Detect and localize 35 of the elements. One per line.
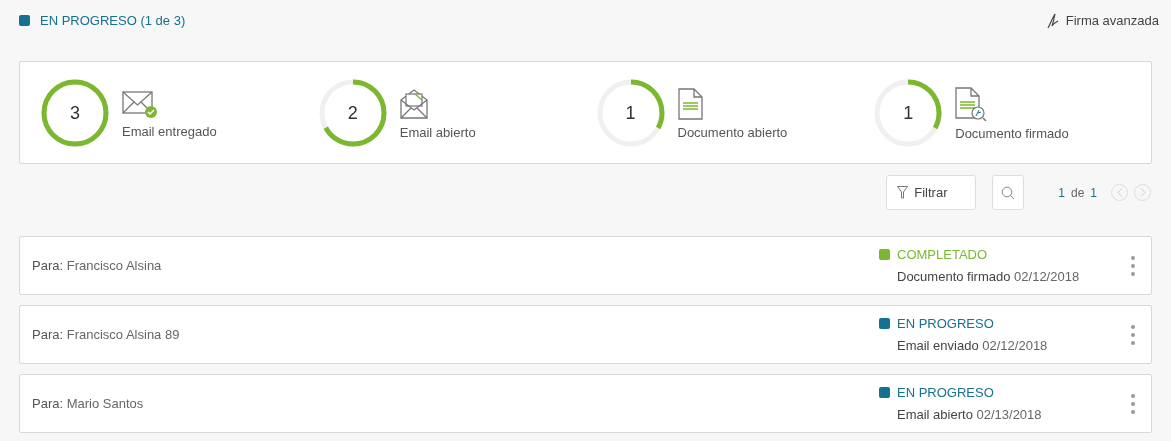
page-total: 1: [1090, 184, 1097, 202]
page-separator: de: [1070, 184, 1085, 202]
more-options-button[interactable]: [1129, 254, 1137, 277]
stat-count: 2: [346, 101, 359, 124]
more-options-button[interactable]: [1129, 392, 1137, 415]
stat-count: 3: [69, 101, 81, 124]
recipient-card[interactable]: Para: Francisco Alsina COMPLETADO Documento firmado 02/12/2018: [19, 236, 1152, 295]
filter-icon: [897, 186, 909, 199]
recipient-name: Para: Mario Santos: [32, 394, 145, 413]
stat-label: Documento abierto: [677, 124, 788, 143]
page-number: 1: [1058, 184, 1065, 202]
stat-label: Email abierto: [399, 124, 476, 143]
stat-count: 1: [624, 101, 637, 124]
recipient-name: Para: Francisco Alsina: [32, 256, 163, 275]
search-icon: [1001, 185, 1016, 200]
status-label: EN PROGRESO: [897, 383, 994, 402]
recipient-card[interactable]: Para: Francisco Alsina 89 EN PROGRESO Email enviado 02/12/2018: [19, 305, 1152, 364]
stat-count: 1: [902, 101, 915, 124]
chevron-left-icon: [1116, 188, 1123, 197]
recipient-name: Para: Francisco Alsina 89: [32, 325, 181, 344]
stat-label: Documento firmado: [955, 125, 1069, 144]
status-title: EN PROGRESO (1 de 3): [40, 11, 186, 30]
status-label: EN PROGRESO: [897, 314, 994, 333]
status-label: COMPLETADO: [897, 245, 988, 264]
event-text: Email abierto 02/13/2018: [896, 406, 1043, 424]
filter-button[interactable]: Filtrar: [886, 175, 977, 210]
event-text: Email enviado 02/12/2018: [896, 337, 1049, 355]
chevron-right-icon: [1139, 188, 1146, 197]
search-button[interactable]: [992, 175, 1025, 210]
more-options-button[interactable]: [1129, 323, 1137, 346]
advanced-signature-button[interactable]: Firma avanzada: [1045, 10, 1159, 31]
stat-label: Email entregado: [122, 123, 217, 142]
signature-icon: [1045, 12, 1060, 29]
recipient-card[interactable]: Para: Mario Santos EN PROGRESO Email abierto 02/13/2018: [19, 374, 1152, 433]
event-text: Documento firmado 02/12/2018: [896, 268, 1081, 286]
